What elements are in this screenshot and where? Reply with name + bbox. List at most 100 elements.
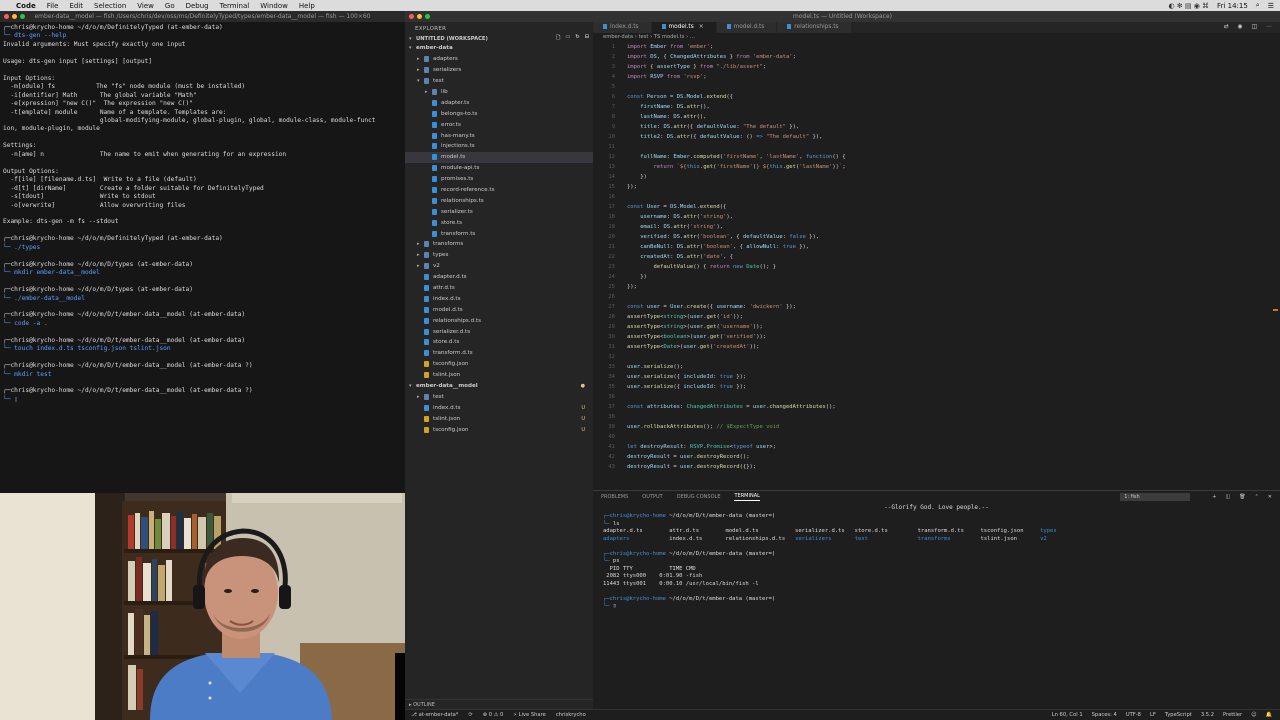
- tree-item-model-ts[interactable]: model.ts: [405, 151, 593, 163]
- code-lines[interactable]: 1 import Ember from 'ember'; 2 import DS, {…: [593, 42, 1280, 472]
- code-line[interactable]: 43 destroyResult = user.destroyRecord({})…: [593, 462, 1280, 472]
- search-icon[interactable]: ⌕: [1256, 1, 1260, 10]
- bottom-panel[interactable]: PROBLEMS OUTPUT DEBUG CONSOLE TERMINAL 1: fi…: [593, 490, 1280, 709]
- tree-item-belongs-to-ts[interactable]: belongs-to.ts: [405, 108, 593, 119]
- panel-tab-problems[interactable]: PROBLEMS: [601, 494, 628, 500]
- menu-item-selection[interactable]: Selection: [94, 2, 126, 10]
- tree-item-promises-ts[interactable]: promises.ts: [405, 174, 593, 185]
- status-item-right[interactable]: Ln 60, Col 1: [1052, 712, 1083, 718]
- menu-item-file[interactable]: File: [47, 2, 59, 10]
- status-item-left[interactable]: ⎇ at-ember-data*: [411, 712, 458, 718]
- tree-item-adapters[interactable]: ▸ adapters: [405, 54, 593, 65]
- status-item-right[interactable]: 🔔: [1266, 712, 1272, 718]
- chevron-up-icon[interactable]: ⌃: [1255, 494, 1259, 500]
- code-line[interactable]: 40: [593, 432, 1280, 442]
- zoom-icon[interactable]: [20, 14, 25, 19]
- window-controls[interactable]: [409, 14, 430, 19]
- tree-item-relationships-ts[interactable]: relationships.ts: [405, 195, 593, 206]
- status-icons[interactable]: ◐ ✻ ▤ ◉ ⌘: [1168, 2, 1209, 10]
- close-icon[interactable]: ✕: [1268, 494, 1272, 500]
- tab-model-ts[interactable]: model.ts ×: [651, 22, 717, 33]
- status-item-right[interactable]: Prettier: [1223, 712, 1242, 718]
- code-line[interactable]: 42 destroyResult = user.destroyRecord();: [593, 452, 1280, 462]
- code-line[interactable]: 26: [593, 292, 1280, 302]
- code-line[interactable]: 30 assertType<boolean>(user.get('verified…: [593, 332, 1280, 342]
- tree-item-store-d-ts[interactable]: store.d.ts: [405, 337, 593, 348]
- menu-item-debug[interactable]: Debug: [186, 2, 209, 10]
- terminal-output[interactable]: ┌─chris@krycho-home ~/d/o/m/DefinitelyTy…: [0, 22, 405, 406]
- code-line[interactable]: 25});: [593, 282, 1280, 292]
- code-line[interactable]: 33 user.serialize();: [593, 362, 1280, 372]
- close-icon[interactable]: ×: [699, 24, 704, 30]
- status-item-left[interactable]: ⚡ Live Share: [513, 712, 546, 718]
- tree-item-adapter-ts[interactable]: adapter.ts: [405, 97, 593, 108]
- code-line[interactable]: 9 title: DS.attr({ defaultValue: "The de…: [593, 122, 1280, 132]
- more-icon[interactable]: ⋯: [1266, 22, 1272, 33]
- tree-item-types[interactable]: ▸ types: [405, 250, 593, 261]
- code-line[interactable]: 35 user.serialize({ includeId: true });: [593, 382, 1280, 392]
- status-item-right[interactable]: Spaces: 4: [1092, 712, 1117, 718]
- code-line[interactable]: 1 import Ember from 'ember';: [593, 42, 1280, 52]
- code-line[interactable]: 16: [593, 192, 1280, 202]
- tree-item-test[interactable]: ▸ test: [405, 392, 593, 403]
- status-item-left[interactable]: ⟳: [468, 712, 472, 718]
- menu-item-terminal[interactable]: Terminal: [220, 2, 250, 10]
- tree-item-transform-ts[interactable]: transform.ts: [405, 228, 593, 239]
- code-line[interactable]: 23 defaultValue() { return new Date(); }: [593, 262, 1280, 272]
- tree-item-transforms[interactable]: ▸ transforms: [405, 239, 593, 250]
- tree-item-test[interactable]: ▾ test: [405, 76, 593, 87]
- status-item-right[interactable]: ☺: [1251, 712, 1256, 718]
- tree-item-module-api-ts[interactable]: module-api.ts: [405, 163, 593, 174]
- code-line[interactable]: 12 fullName: Ember.computed('firstName',…: [593, 152, 1280, 162]
- menu-item-view[interactable]: View: [137, 2, 154, 10]
- menu-item-help[interactable]: Help: [299, 2, 315, 10]
- tree-item-attr-d-ts[interactable]: attr.d.ts: [405, 283, 593, 294]
- status-item-left[interactable]: ⊗ 0 ⚠ 0: [483, 712, 504, 718]
- refresh-icon[interactable]: ↻: [575, 34, 579, 43]
- split-terminal-icon[interactable]: ◫: [1226, 494, 1231, 500]
- code-line[interactable]: 11: [593, 142, 1280, 152]
- clock[interactable]: Fri 14:15: [1217, 2, 1248, 10]
- tree-item-has-many-ts[interactable]: has-many.ts: [405, 130, 593, 141]
- code-line[interactable]: 36: [593, 392, 1280, 402]
- menu-item-code[interactable]: Code: [16, 2, 36, 10]
- tree-item-relationships-d-ts[interactable]: relationships.d.ts: [405, 315, 593, 326]
- close-icon[interactable]: [4, 14, 9, 19]
- status-item-left[interactable]: chriskrycho: [556, 712, 586, 718]
- code-line[interactable]: 27 const user = User.create({ username: '…: [593, 302, 1280, 312]
- code-line[interactable]: 18 username: DS.attr('string'),: [593, 212, 1280, 222]
- breadcrumb[interactable]: ember-data › test › TS model.ts › ...: [593, 33, 1280, 42]
- status-item-right[interactable]: 3.5.2: [1201, 712, 1214, 718]
- tree-item-error-ts[interactable]: error.ts: [405, 119, 593, 130]
- tree-item-record-reference-ts[interactable]: record-reference.ts: [405, 185, 593, 196]
- status-item-right[interactable]: UTF-8: [1126, 712, 1141, 718]
- code-line[interactable]: 39 user.rollbackAttributes(); // $ExpectT…: [593, 422, 1280, 432]
- code-line[interactable]: 13 return `${this.get('firstName')} ${th…: [593, 162, 1280, 172]
- add-terminal-icon[interactable]: +: [1212, 494, 1216, 500]
- code-line[interactable]: 28 assertType<string>(user.get('id'));: [593, 312, 1280, 322]
- tree-item-index-d-ts[interactable]: index.d.ts U: [405, 402, 593, 413]
- code-line[interactable]: 41 let destroyResult: RSVP.Promise<typeof…: [593, 442, 1280, 452]
- tree-item-serializer-d-ts[interactable]: serializer.d.ts: [405, 326, 593, 337]
- code-line[interactable]: 10 title2: DS.attr({ defaultValue: () =>…: [593, 132, 1280, 142]
- tree-item-tslint-json[interactable]: tslint.json: [405, 370, 593, 381]
- tree-item-tsconfig-json[interactable]: tsconfig.json: [405, 359, 593, 370]
- tree-item-tslint-json[interactable]: tslint.json U: [405, 413, 593, 424]
- menu-icon[interactable]: ☰: [1268, 2, 1274, 10]
- code-line[interactable]: 21 canBeNull: DS.attr('boolean', { allow…: [593, 242, 1280, 252]
- workspace-header[interactable]: ▾ UNTITLED (WORKSPACE) 🗋 ▭ ↻ ⊟: [405, 34, 593, 43]
- code-line[interactable]: 22 createdAt: DS.attr('date', {: [593, 252, 1280, 262]
- code-line[interactable]: 29 assertType<string>(user.get('username'…: [593, 322, 1280, 332]
- code-line[interactable]: 3 import { assertType } from "./lib/asser…: [593, 62, 1280, 72]
- code-line[interactable]: 19 email: DS.attr('string'),: [593, 222, 1280, 232]
- tree-item-store-ts[interactable]: store.ts: [405, 217, 593, 228]
- code-line[interactable]: 7 firstName: DS.attr(),: [593, 102, 1280, 112]
- preview-icon[interactable]: ◉: [1238, 22, 1243, 33]
- tree-item-tsconfig-json[interactable]: tsconfig.json U: [405, 424, 593, 435]
- outline-section[interactable]: ▸ OUTLINE: [405, 699, 593, 709]
- tab-model-d-ts[interactable]: model.d.ts: [716, 22, 778, 33]
- zoom-icon[interactable]: [425, 14, 430, 19]
- vscode-window[interactable]: model.ts — Untitled (Workspace) EXPLORER…: [405, 11, 1280, 720]
- collapse-all-icon[interactable]: ⊟: [585, 34, 589, 43]
- code-line[interactable]: 31 assertType<Date>(user.get('createdAt')…: [593, 342, 1280, 352]
